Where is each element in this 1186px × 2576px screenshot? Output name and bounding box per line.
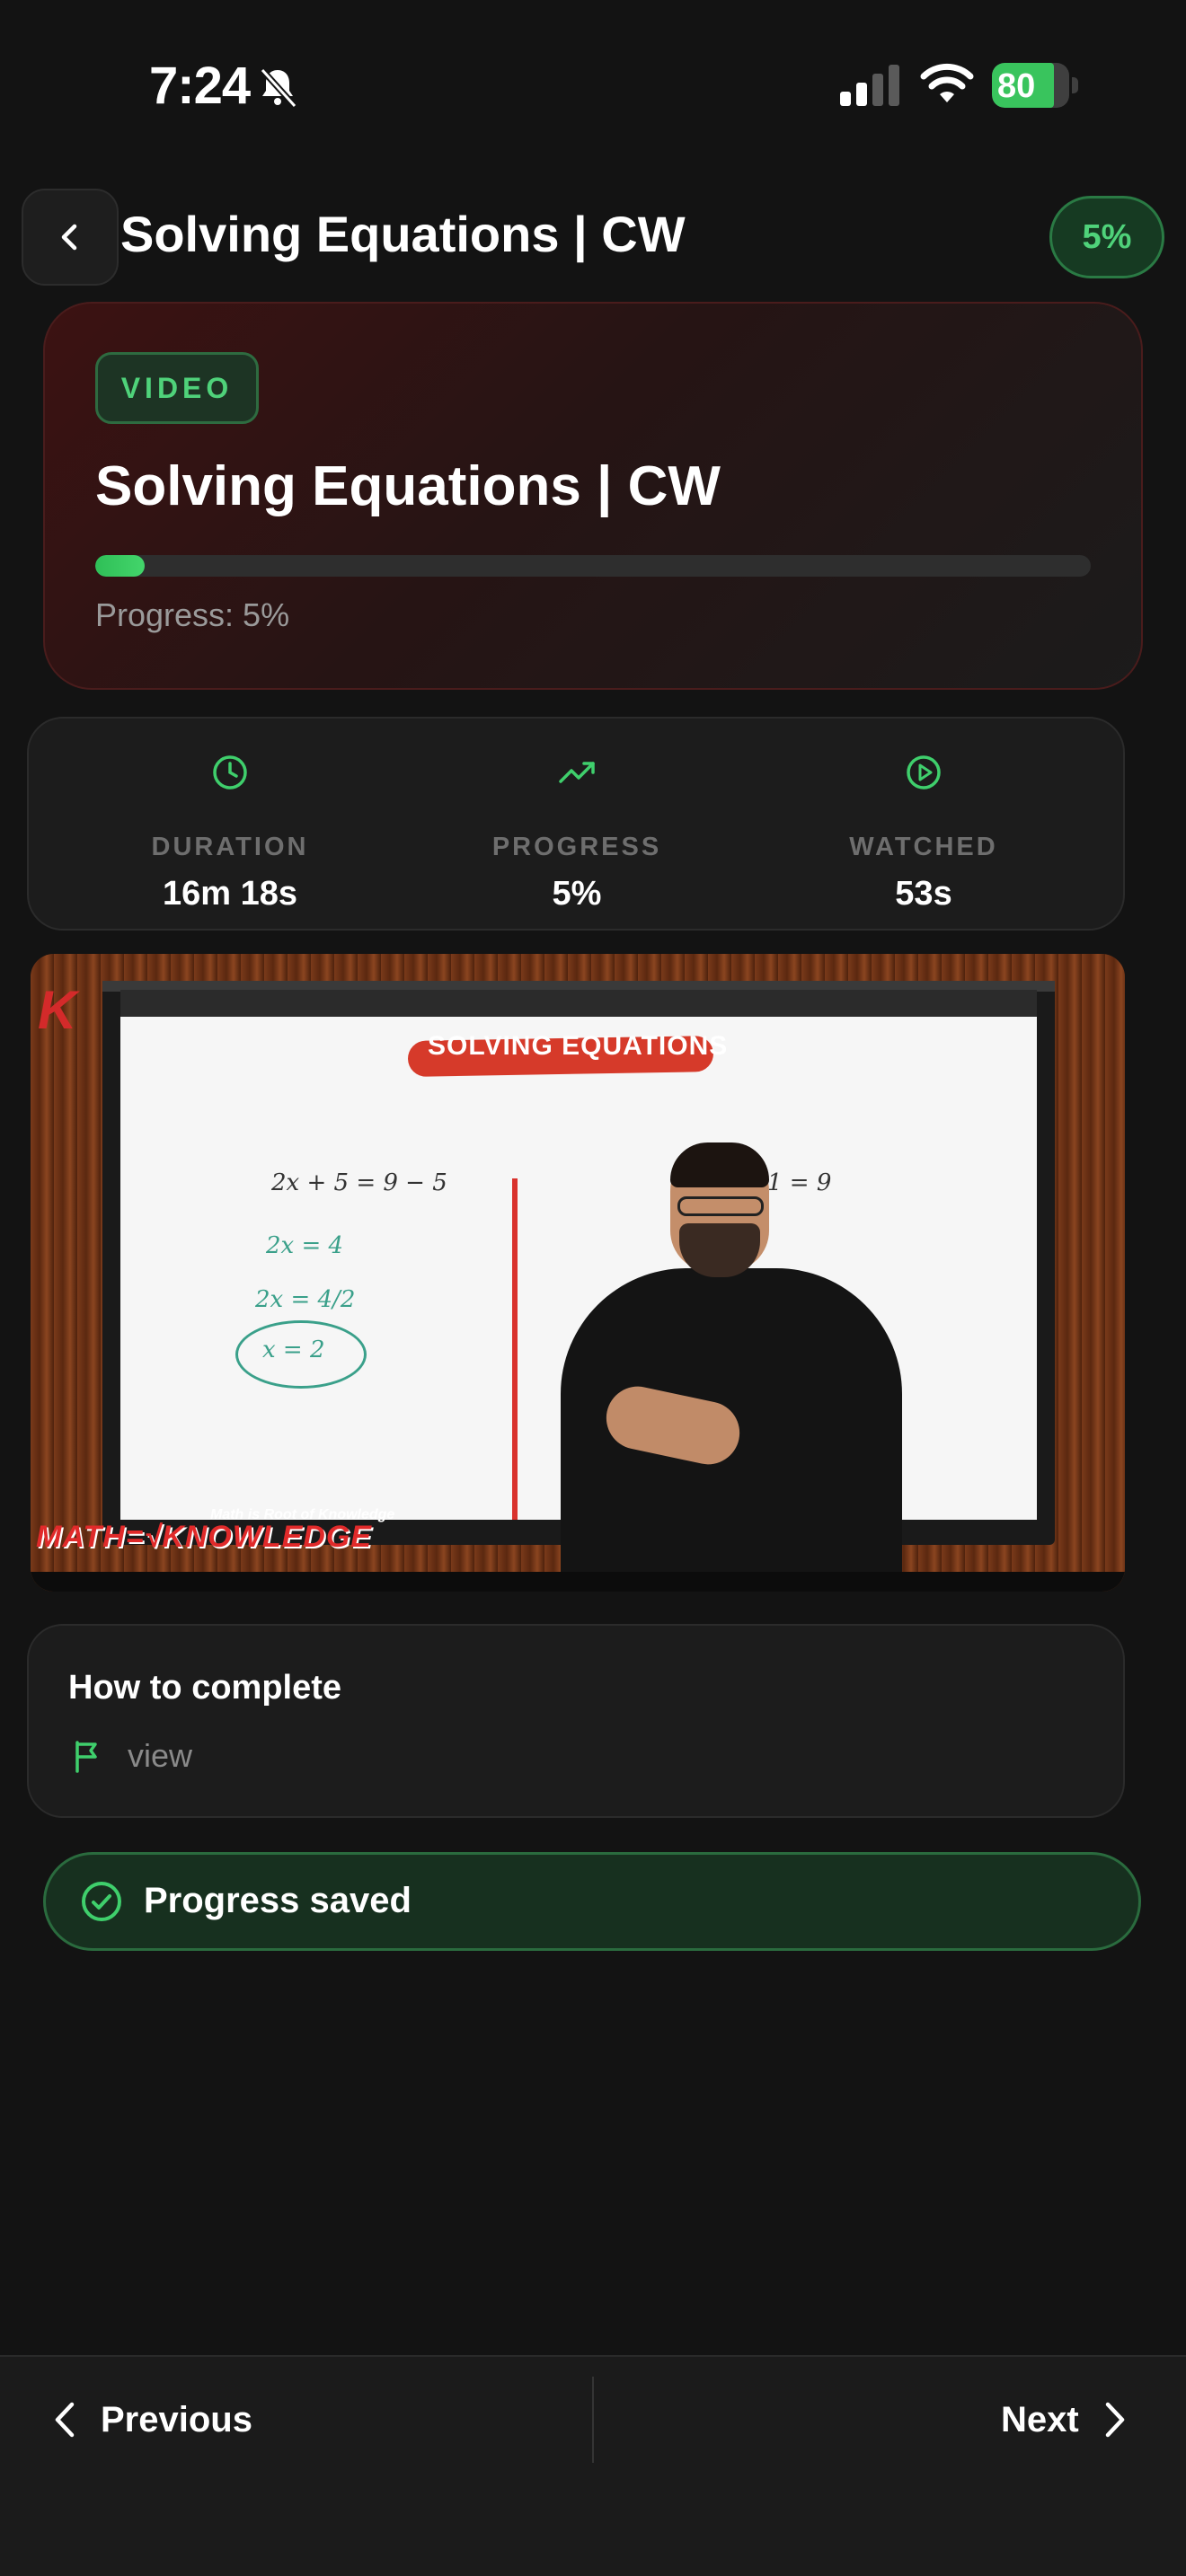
progress-bar-fill bbox=[95, 555, 146, 577]
previous-button[interactable]: Previous bbox=[50, 2393, 252, 2447]
lesson-title: Solving Equations | CW bbox=[95, 455, 721, 517]
clock-icon bbox=[213, 755, 247, 790]
completion-requirement: view bbox=[128, 1737, 193, 1774]
whiteboard-toolbar bbox=[120, 990, 1037, 1017]
progress-bar bbox=[95, 555, 1091, 577]
nav-divider bbox=[592, 2377, 594, 2463]
how-to-complete-title: How to complete bbox=[68, 1669, 342, 1707]
progress-saved-text: Progress saved bbox=[144, 1881, 412, 1920]
progress-badge: 5% bbox=[1049, 196, 1164, 278]
stat-label: WATCHED bbox=[849, 833, 998, 861]
wifi-icon bbox=[920, 63, 974, 102]
stat-watched: WATCHED 53s bbox=[789, 744, 1058, 913]
battery-indicator: 80 bbox=[992, 63, 1078, 108]
video-player[interactable]: SOLVING EQUATIONS 2x + 5 = 9 − 5 2x = 4 … bbox=[31, 954, 1125, 1592]
stat-value: 5% bbox=[552, 875, 602, 913]
stat-label: PROGRESS bbox=[491, 833, 662, 861]
stat-label: DURATION bbox=[151, 833, 309, 861]
back-button[interactable] bbox=[22, 189, 119, 286]
chevron-left-icon bbox=[61, 224, 77, 251]
status-time: 7:24 bbox=[149, 57, 251, 115]
trending-up-icon bbox=[559, 762, 595, 783]
content-type-badge: VIDEO bbox=[95, 352, 259, 424]
stat-value: 53s bbox=[895, 875, 952, 913]
board-equation: 2x = 4/2 bbox=[255, 1286, 356, 1313]
how-to-complete-card bbox=[27, 1624, 1125, 1818]
board-equation: 1 = 9 bbox=[767, 1169, 832, 1196]
chevron-right-icon bbox=[1105, 2402, 1124, 2438]
bell-muted-icon bbox=[260, 67, 297, 109]
stat-progress: PROGRESS 5% bbox=[442, 744, 712, 913]
page-title: Solving Equations | CW bbox=[120, 206, 686, 262]
board-equation: 2x = 4 bbox=[266, 1232, 344, 1259]
brand-watermark: MATH=√KNOWLEDGE bbox=[36, 1520, 372, 1554]
stat-value: 16m 18s bbox=[162, 875, 297, 913]
chevron-left-icon bbox=[55, 2402, 75, 2438]
battery-percent: 80 bbox=[997, 67, 1036, 105]
play-circle-icon bbox=[907, 755, 941, 790]
cellular-signal-icon bbox=[840, 65, 899, 106]
previous-label: Previous bbox=[101, 2399, 252, 2439]
video-banner: SOLVING EQUATIONS bbox=[428, 1031, 729, 1061]
next-button[interactable]: Next bbox=[1001, 2393, 1129, 2447]
board-equation: 2x + 5 = 9 − 5 bbox=[271, 1169, 447, 1196]
check-circle-icon bbox=[82, 1882, 121, 1921]
next-label: Next bbox=[1001, 2399, 1079, 2439]
flag-icon bbox=[75, 1741, 97, 1773]
stat-duration: DURATION 16m 18s bbox=[95, 744, 365, 913]
channel-logo: K bbox=[38, 980, 77, 1040]
progress-label: Progress: 5% bbox=[95, 596, 290, 633]
